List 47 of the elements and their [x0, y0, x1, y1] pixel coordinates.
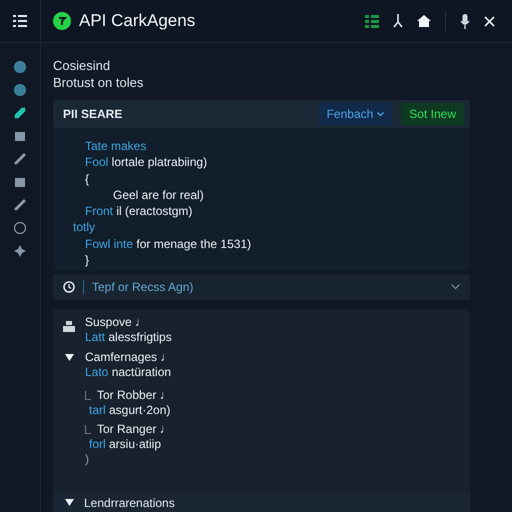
tree-item-title[interactable]: Camfernages ♩: [85, 350, 172, 364]
grid-icon[interactable]: [365, 14, 379, 28]
expand-triangle-icon[interactable]: [65, 354, 74, 362]
search-field[interactable]: Tepf or Recss Agn): [53, 274, 470, 300]
home-icon[interactable]: [417, 15, 431, 27]
sidebar-icon[interactable]: [14, 130, 26, 142]
caret-icon: [377, 112, 384, 116]
code-line: Fool lortale platrabiing): [84, 154, 208, 171]
tree-item-title[interactable]: Tor Ranger ♩: [97, 422, 172, 436]
tree-item-detail: tarl asgurt·2on): [89, 403, 172, 418]
tree-item-detail: Lato nactüration: [85, 365, 172, 380]
code-line: Geel are for real): [112, 186, 205, 204]
section-label[interactable]: Lendrrarenations: [84, 496, 175, 510]
sidebar-icon[interactable]: [14, 245, 26, 257]
code-line: Tate makes: [84, 138, 148, 154]
microphone-icon[interactable]: [460, 14, 470, 28]
sidebar-icon[interactable]: [14, 153, 26, 165]
clock-icon: [63, 281, 75, 294]
code-line: Fowl inte for menage the 1531): [84, 236, 252, 252]
sidebar-icon[interactable]: [14, 107, 26, 119]
sidebar-icon[interactable]: [14, 84, 26, 96]
closing-bracket: ): [84, 453, 90, 466]
menu-icon[interactable]: [13, 15, 27, 27]
code-line: totly: [72, 219, 96, 236]
sidebar-icon[interactable]: [14, 199, 26, 211]
sidebar-icon[interactable]: [14, 222, 26, 234]
code-line: {: [84, 170, 90, 187]
tree-item-detail: Latt alessfrigtips: [85, 330, 172, 344]
code-line: Front il (eractostgm): [84, 203, 194, 220]
expand-triangle-icon[interactable]: [65, 499, 74, 506]
close-icon[interactable]: [484, 16, 495, 26]
tree-item-detail: forl arsiu·atiip: [89, 437, 162, 452]
section-subtitle: Brotust on toles: [53, 75, 144, 90]
app-title: API CarkAgens: [79, 11, 196, 31]
section-title: Cosiesind: [53, 58, 112, 73]
sidebar-icon[interactable]: [14, 176, 26, 188]
panel-title: PII SEARE: [63, 107, 122, 121]
tree-item-title[interactable]: Tor Robber ♩: [97, 388, 172, 402]
chevron-down-icon[interactable]: [451, 284, 460, 290]
fork-icon[interactable]: [393, 14, 403, 28]
code-line: }: [84, 252, 90, 268]
robot-icon: [63, 321, 75, 332]
sidebar-icon[interactable]: [14, 61, 26, 73]
dropdown-button[interactable]: Fenbach: [318, 103, 392, 125]
logo-icon: [53, 12, 71, 30]
action-button[interactable]: Sot Inew: [401, 103, 464, 125]
tree-item-title[interactable]: Suspove ♩: [85, 315, 172, 330]
